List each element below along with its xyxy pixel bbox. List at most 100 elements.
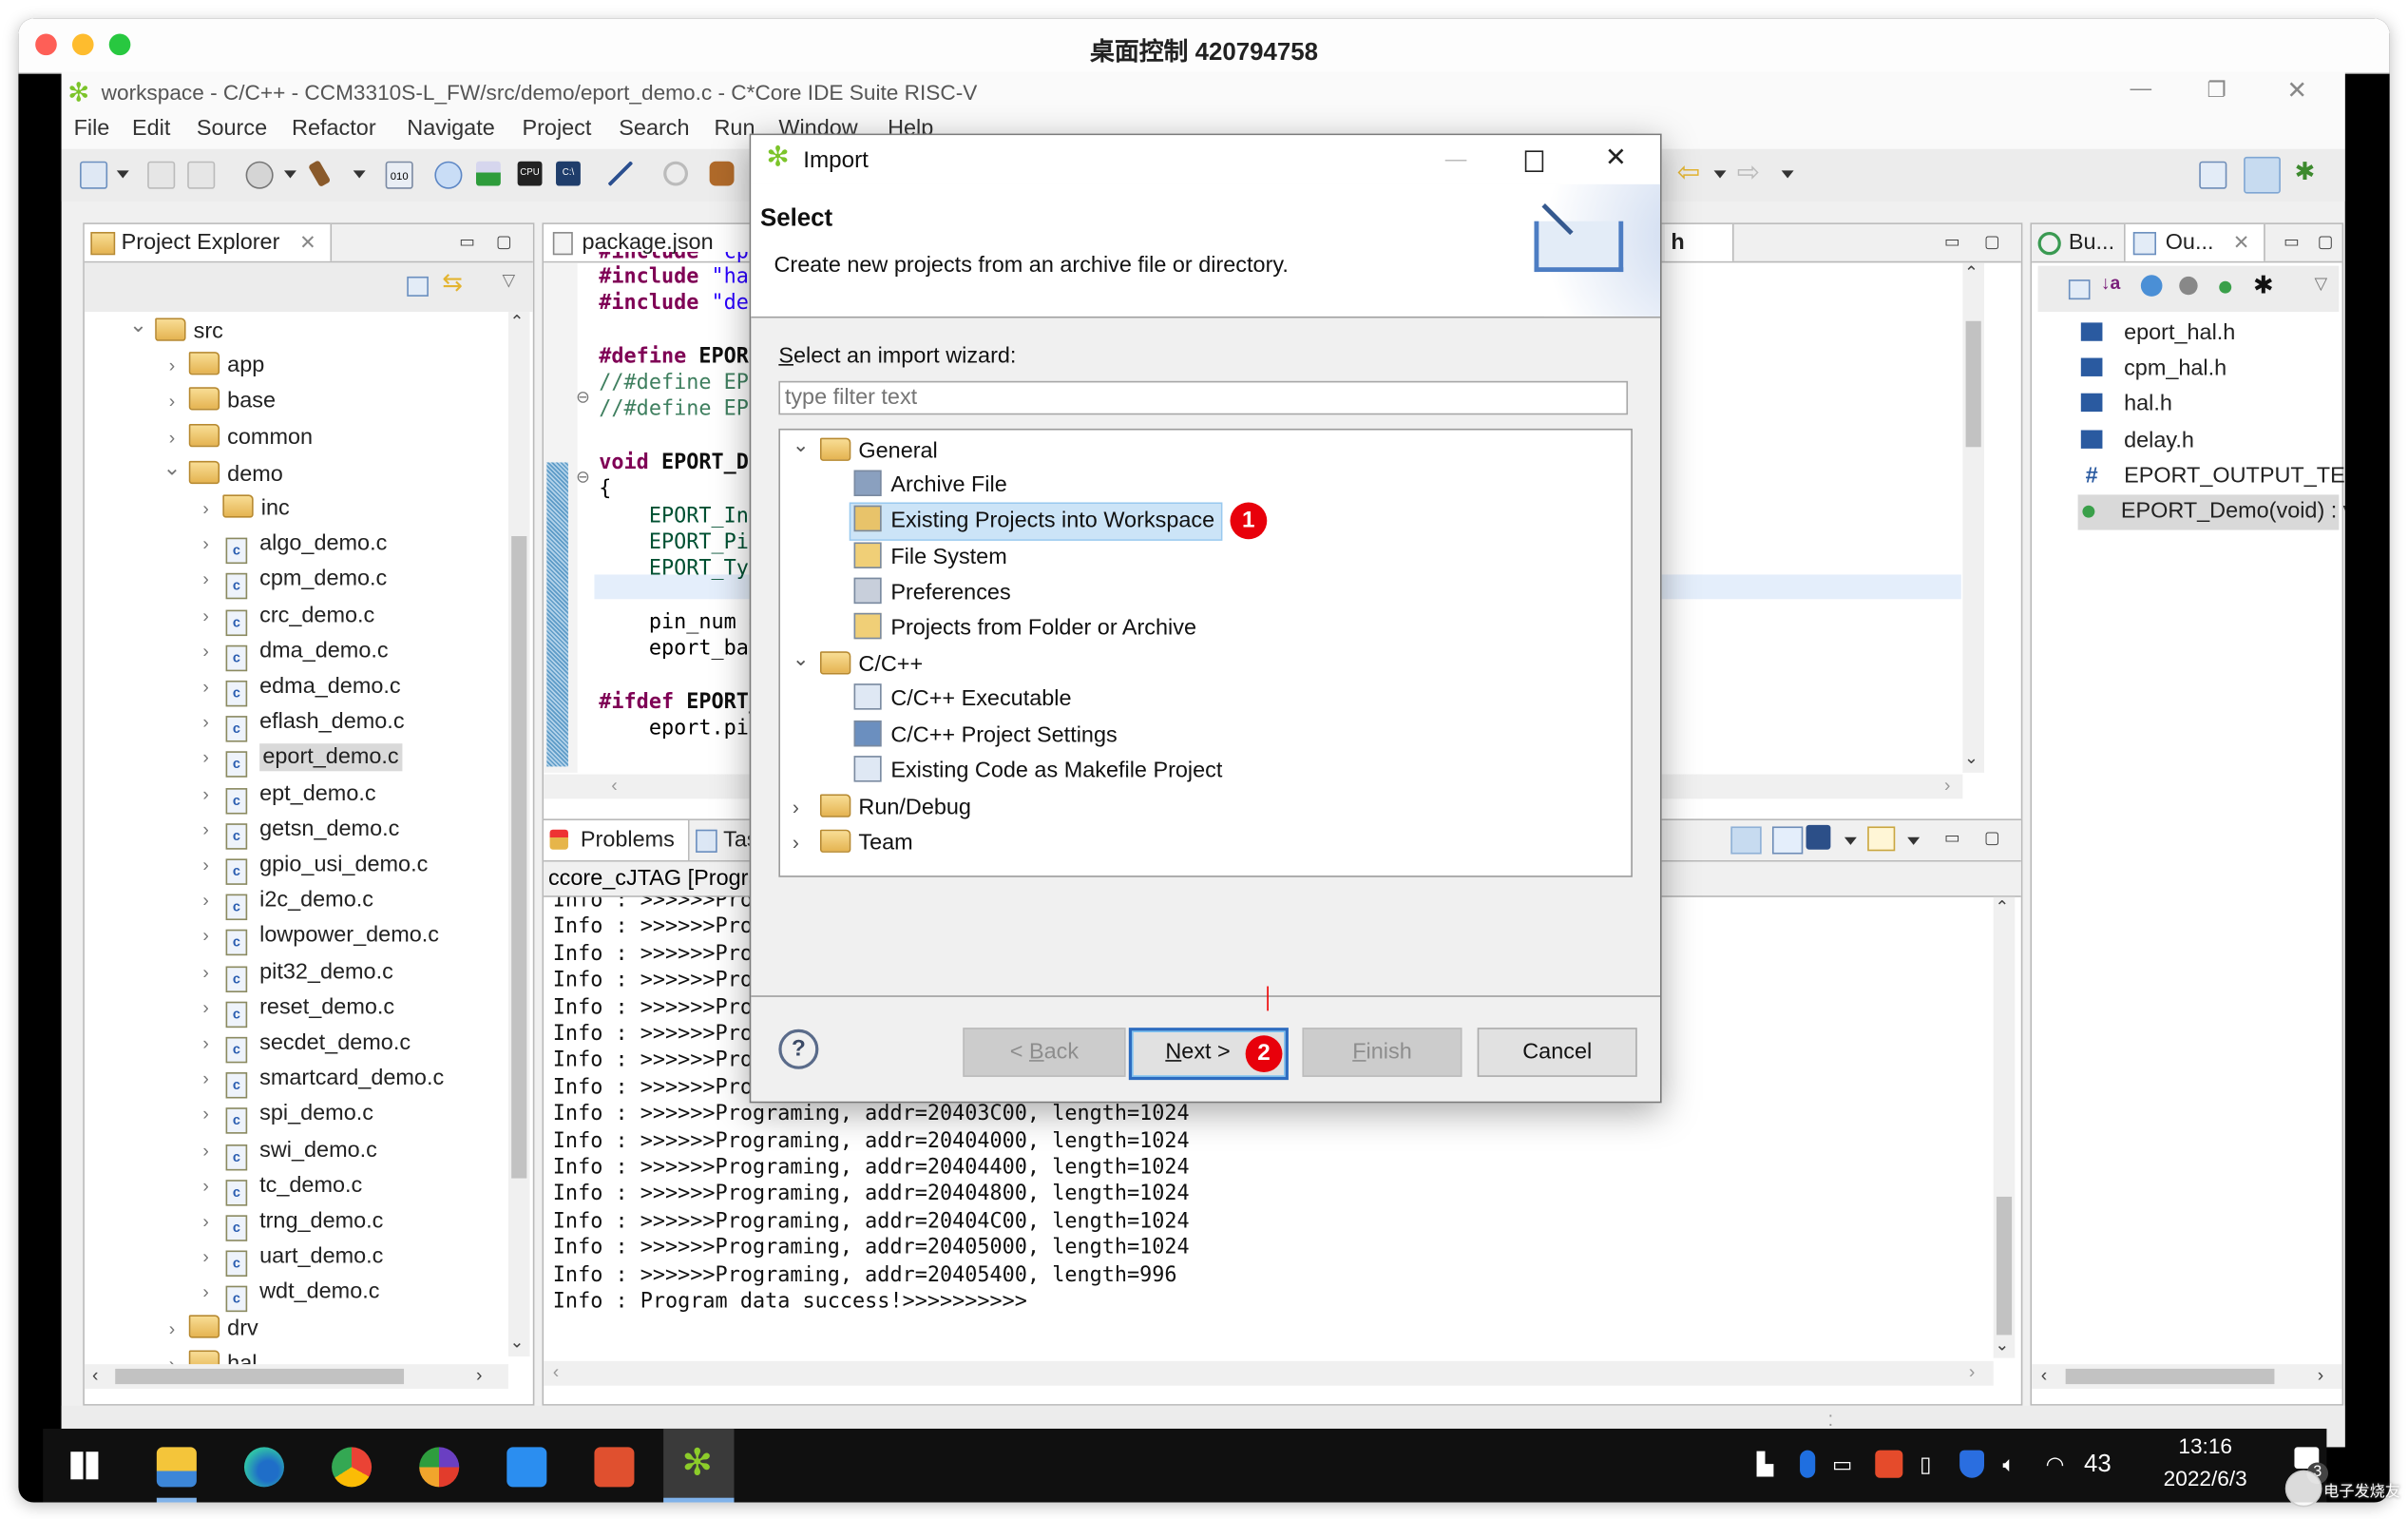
scroll-down-icon[interactable]: ⌄ xyxy=(1995,1335,2009,1355)
feishu-icon[interactable] xyxy=(506,1447,547,1488)
menu-search[interactable]: Search xyxy=(619,117,689,142)
build-hammer-icon[interactable] xyxy=(308,160,332,188)
display-selected-console-icon[interactable] xyxy=(1771,826,1804,855)
tree-item[interactable]: › base xyxy=(162,385,276,420)
close-tab-icon[interactable]: ✕ xyxy=(2233,224,2250,261)
chevron-right-icon[interactable]: › xyxy=(195,634,217,669)
project-tree-hscrollbar[interactable]: ‹ › xyxy=(84,1364,508,1389)
eye-app-icon[interactable] xyxy=(594,1447,635,1488)
plugin-icon[interactable] xyxy=(709,161,735,186)
chevron-right-icon[interactable]: › xyxy=(195,1204,217,1240)
open-perspective-icon[interactable] xyxy=(2199,161,2227,189)
menu-file[interactable]: File xyxy=(74,117,110,142)
eclipse-minimize-button[interactable]: — xyxy=(2131,75,2152,100)
tree-item[interactable]: › c secdet_demo.c xyxy=(195,1027,411,1064)
outline-item[interactable]: hal.h xyxy=(2080,388,2172,423)
terminal-icon[interactable]: C:\ xyxy=(556,161,581,186)
wizard-item[interactable]: C/C++ Project Settings xyxy=(853,719,1118,754)
console-vscrollbar[interactable]: ⌃ ⌄ xyxy=(1993,896,2016,1358)
tree-item[interactable]: › c crc_demo.c xyxy=(195,599,374,636)
chevron-right-icon[interactable]: › xyxy=(162,349,183,384)
chevron-right-icon[interactable]: › xyxy=(195,705,217,740)
back-button[interactable]: < Back xyxy=(963,1028,1126,1077)
scroll-thumb[interactable] xyxy=(511,536,527,1179)
forward-arrow-icon[interactable]: ⇨ xyxy=(1737,157,1760,189)
tree-item[interactable]: › c tc_demo.c xyxy=(195,1169,362,1206)
tree-item[interactable]: ⌄ src xyxy=(127,312,223,349)
build-config-icon[interactable] xyxy=(245,161,274,189)
tree-item[interactable]: › c cpm_demo.c xyxy=(195,563,387,600)
wizard-category[interactable]: › Run/Debug xyxy=(793,790,971,825)
scroll-thumb[interactable] xyxy=(1965,320,1981,448)
console-hscrollbar[interactable]: ‹ › xyxy=(544,1360,1994,1386)
scroll-up-icon[interactable]: ⌃ xyxy=(510,312,525,332)
usb-icon[interactable]: ▯ xyxy=(1920,1452,1931,1477)
new-console-icon[interactable] xyxy=(1867,826,1896,852)
volume-icon[interactable]: 🔈︎ xyxy=(2002,1452,2016,1477)
new-icon[interactable] xyxy=(80,161,108,189)
save-icon[interactable] xyxy=(147,161,176,189)
skip-breakpoints-icon[interactable] xyxy=(607,161,633,186)
code-text[interactable]: #include "cpm#include "hal#include "del#… xyxy=(599,252,774,742)
binary-icon[interactable]: 010 xyxy=(385,161,413,189)
dialog-close-button[interactable]: ✕ xyxy=(1605,143,1627,173)
wizard-item[interactable]: C/C++ Executable xyxy=(853,683,1072,718)
wizard-item[interactable]: Existing Projects into Workspace 1 xyxy=(849,503,1268,542)
tree-item[interactable]: › c algo_demo.c xyxy=(195,528,387,565)
console-dropdown-icon[interactable] xyxy=(1844,836,1857,845)
tree-item[interactable]: › c trng_demo.c xyxy=(195,1204,383,1241)
hide-static-icon[interactable] xyxy=(2179,276,2198,296)
chevron-right-icon[interactable]: › xyxy=(195,777,217,812)
chevron-right-icon[interactable]: › xyxy=(195,1098,217,1133)
maximize-view-icon[interactable]: ▢ xyxy=(2318,232,2334,252)
maximize-view-icon[interactable]: ▢ xyxy=(496,232,512,252)
wizard-category[interactable]: ⌄ C/C++ xyxy=(793,647,923,683)
tab-build-targets[interactable]: Bu... xyxy=(2032,223,2126,261)
outline-item[interactable]: cpm_hal.h xyxy=(2080,352,2226,387)
wizard-category[interactable]: ⌄ General xyxy=(793,433,938,469)
chevron-right-icon[interactable]: › xyxy=(793,790,814,825)
refresh-icon[interactable] xyxy=(663,161,689,186)
tree-item[interactable]: ⌄ demo xyxy=(162,454,283,491)
hscroll-thumb[interactable] xyxy=(115,1368,405,1385)
debug-perspective-icon[interactable]: ✱ xyxy=(2294,157,2315,187)
tree-item[interactable]: › c ept_demo.c xyxy=(195,777,376,814)
ccore-ide-icon[interactable]: ✻ xyxy=(682,1441,713,1486)
fold-toggle-icon[interactable]: ⊖ xyxy=(576,467,590,487)
tree-item[interactable]: › c eflash_demo.c xyxy=(195,705,405,742)
chevron-right-icon[interactable]: › xyxy=(195,955,217,990)
chevron-right-icon[interactable]: › xyxy=(195,990,217,1026)
tab-project-explorer[interactable]: Project Explorer ✕ xyxy=(84,223,333,261)
wizard-item[interactable]: Projects from Folder or Archive xyxy=(853,611,1196,646)
outline-item[interactable]: # EPORT_OUTPUT_TEST xyxy=(2081,459,2345,494)
tree-item[interactable]: › c uart_demo.c xyxy=(195,1240,383,1278)
wizard-item[interactable]: Archive File xyxy=(853,469,1007,504)
outline-item[interactable]: eport_hal.h xyxy=(2080,317,2235,352)
dialog-minimize-button[interactable]: — xyxy=(1445,146,1467,171)
view-menu-icon[interactable]: ▽ xyxy=(502,270,515,290)
chevron-right-icon[interactable]: › xyxy=(195,563,217,598)
dialog-maximize-button[interactable] xyxy=(1524,150,1544,173)
chevron-right-icon[interactable]: › xyxy=(195,848,217,883)
chrome-icon[interactable] xyxy=(332,1447,373,1488)
bluetooth-icon[interactable] xyxy=(1800,1450,1816,1478)
security-shield-icon[interactable] xyxy=(1959,1450,1985,1478)
save-all-icon[interactable] xyxy=(187,161,216,189)
hscroll-thumb[interactable] xyxy=(2065,1368,2275,1385)
tree-item[interactable]: › c getsn_demo.c xyxy=(195,813,399,850)
chevron-down-icon[interactable]: ⌄ xyxy=(127,307,149,342)
chevron-down-icon[interactable]: ⌄ xyxy=(162,450,183,485)
outline-hscrollbar[interactable]: ‹ › xyxy=(2032,1364,2342,1389)
eclipse-close-button[interactable]: ✕ xyxy=(2286,75,2307,106)
tray-app-icon[interactable] xyxy=(1875,1450,1903,1478)
minimize-view-icon[interactable]: ▭ xyxy=(459,232,475,252)
finish-button[interactable]: Finish xyxy=(1302,1028,1462,1077)
scroll-right-icon[interactable]: › xyxy=(1969,1361,1975,1383)
fold-toggle-icon[interactable]: ⊖ xyxy=(576,387,590,407)
chevron-right-icon[interactable]: › xyxy=(195,1276,217,1311)
chevron-right-icon[interactable]: › xyxy=(195,1133,217,1168)
tree-item[interactable]: › c swi_demo.c xyxy=(195,1133,377,1170)
chevron-right-icon[interactable]: › xyxy=(195,741,217,777)
wifi-icon[interactable]: ◠ xyxy=(2046,1452,2065,1477)
scroll-down-icon[interactable]: ⌄ xyxy=(510,1332,525,1352)
